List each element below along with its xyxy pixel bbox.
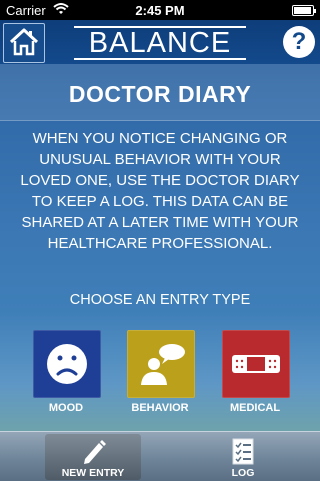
- bandage-icon: [232, 355, 280, 373]
- page-title: DOCTOR DIARY: [68, 81, 252, 107]
- intro-text: WHEN YOU NOTICE CHANGING OR UNUSUAL BEHA…: [20, 130, 300, 252]
- tab-new-entry-label: NEW ENTRY: [61, 467, 125, 479]
- tab-log-label: LOG: [231, 467, 255, 479]
- medical-label: MEDICAL: [229, 402, 281, 414]
- behavior-label: BEHAVIOR: [131, 402, 189, 414]
- title-band: DOCTOR DIARY: [0, 64, 320, 121]
- behavior-button[interactable]: [127, 330, 195, 398]
- status-bar: Carrier 2:45 PM: [0, 0, 320, 20]
- mood-label: MOOD: [48, 402, 84, 414]
- home-icon: [9, 28, 39, 56]
- mood-button[interactable]: [33, 330, 101, 398]
- battery-icon: [292, 5, 316, 16]
- person-speech-icon: [141, 344, 185, 385]
- tab-log[interactable]: LOG: [195, 434, 291, 480]
- pencil-icon: [84, 440, 106, 464]
- choose-entry-type-label: CHOOSE AN ENTRY TYPE: [69, 292, 251, 308]
- medical-button[interactable]: [222, 330, 290, 398]
- tab-new-entry[interactable]: NEW ENTRY: [45, 434, 141, 480]
- app-logo: BALANCE: [74, 26, 246, 60]
- logo-text: BALANCE: [88, 27, 232, 59]
- sad-face-icon: [47, 344, 87, 384]
- status-time: 2:45 PM: [135, 3, 185, 18]
- help-button[interactable]: ?: [283, 26, 315, 58]
- checklist-icon: [232, 438, 254, 465]
- home-button[interactable]: [3, 23, 45, 63]
- header: BALANCE ?: [0, 20, 320, 64]
- tab-bar: NEW ENTRY LOG: [0, 431, 320, 481]
